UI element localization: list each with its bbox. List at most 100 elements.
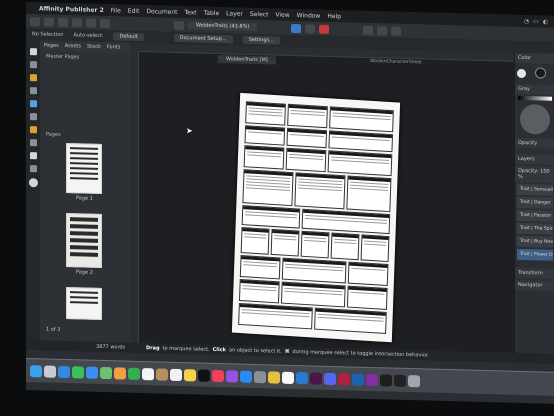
launchpad-icon[interactable]	[44, 364, 56, 378]
text-tool-icon[interactable]	[29, 74, 37, 82]
layer-row[interactable]: Trait | Buy Now	[517, 235, 553, 248]
menu-layer[interactable]: Layer	[226, 10, 243, 17]
settings-button[interactable]: Settings...	[242, 35, 280, 45]
menu-file[interactable]: File	[111, 7, 121, 14]
contacts-icon[interactable]	[156, 367, 168, 381]
layer-row[interactable]: Trait | Danger	[517, 196, 553, 209]
text-frame-button[interactable]	[86, 18, 96, 28]
auto-select-dropdown[interactable]: Default	[113, 32, 144, 42]
wifi-icon[interactable]: ◔	[524, 18, 529, 25]
menu-select[interactable]: Select	[250, 10, 269, 17]
music-icon[interactable]	[212, 369, 224, 382]
calendar-icon[interactable]	[142, 367, 154, 380]
master-pages-section[interactable]: Master Pages	[40, 50, 130, 64]
discord-icon[interactable]	[324, 372, 336, 385]
align-button[interactable]	[305, 23, 316, 34]
document-setup-button[interactable]: Document Setup...	[173, 33, 233, 44]
menu-window[interactable]: Window	[297, 12, 321, 20]
page-thumbnail[interactable]	[66, 213, 102, 268]
hand-tool-icon[interactable]	[29, 152, 37, 160]
tab-pages[interactable]: Pages	[44, 42, 59, 48]
layer-row[interactable]: Trait | Power Demands	[517, 248, 553, 261]
mail-icon[interactable]	[86, 366, 98, 379]
menu-document[interactable]: Document	[146, 8, 177, 16]
menu-text[interactable]: Text	[185, 9, 197, 16]
photos-icon[interactable]	[114, 366, 126, 380]
snap-button[interactable]	[363, 25, 374, 35]
zoom-field[interactable]: WoldenTraits (43.8%)	[188, 21, 258, 32]
character-sheet-page[interactable]	[231, 92, 401, 343]
control-center-icon[interactable]: ◐	[543, 18, 548, 25]
fill-swatch[interactable]	[517, 68, 526, 79]
group-button[interactable]	[391, 26, 402, 36]
slack-icon[interactable]	[310, 371, 322, 385]
tab-fonts[interactable]: Fonts	[107, 44, 121, 50]
arrange-button[interactable]	[377, 25, 388, 35]
persona-photo-button[interactable]	[58, 17, 68, 27]
document-tab[interactable]: WoldenTraits [M]	[218, 55, 276, 65]
text-style-button[interactable]	[291, 23, 302, 33]
color-well-icon[interactable]	[28, 178, 38, 188]
affinity-publisher-icon[interactable]	[338, 372, 350, 385]
app-store-icon[interactable]	[240, 370, 252, 383]
zoom-tool-icon[interactable]	[29, 165, 37, 173]
tab-transform[interactable]: Transform	[515, 267, 554, 279]
facetime-icon[interactable]	[128, 367, 140, 380]
safari-icon[interactable]	[58, 365, 70, 378]
maps-icon[interactable]	[100, 366, 112, 379]
persona-publisher-button[interactable]	[30, 16, 40, 26]
tab-assets[interactable]: Assets	[65, 43, 81, 49]
terminal-icon[interactable]	[394, 374, 406, 387]
page-thumbnail[interactable]	[66, 287, 102, 320]
vertical-ruler[interactable]	[130, 50, 139, 343]
notes-icon[interactable]	[184, 368, 196, 381]
sheet-box	[239, 255, 281, 280]
preferences-button[interactable]	[72, 17, 82, 27]
gray-slider[interactable]	[518, 95, 552, 101]
shape-tool-icon[interactable]	[29, 126, 37, 134]
settings-icon[interactable]	[254, 370, 266, 383]
layers-opacity[interactable]: Opacity: 100 %	[515, 165, 554, 183]
tab-navigator[interactable]: Navigator	[515, 279, 554, 291]
view-mode-button[interactable]	[174, 20, 184, 30]
tab-stock[interactable]: Stock	[87, 44, 101, 50]
color-picker-button[interactable]	[319, 24, 330, 34]
menu-edit[interactable]: Edit	[128, 7, 140, 14]
affinity-photo-icon[interactable]	[366, 373, 378, 386]
menu-app-name[interactable]: Affinity Publisher 2	[39, 5, 104, 14]
move-tool-icon[interactable]	[29, 48, 37, 56]
podcasts-icon[interactable]	[226, 369, 238, 383]
color-wheel[interactable]	[520, 103, 550, 135]
table-tool-icon[interactable]	[29, 113, 37, 121]
persona-designer-button[interactable]	[44, 16, 54, 27]
layer-row[interactable]: Trait | Sensuality	[517, 183, 553, 196]
menu-help[interactable]: Help	[327, 12, 341, 19]
document-canvas[interactable]: WoldenTraits [M] WoldenCharacterSheet ➤	[130, 42, 514, 353]
tab-layers[interactable]: Layers	[515, 153, 554, 165]
figma-icon[interactable]	[380, 373, 392, 387]
tab-color[interactable]: Color	[515, 52, 554, 64]
layer-row[interactable]: Trait | The Spirits	[517, 222, 553, 235]
sheet-box	[347, 261, 389, 287]
messages-icon[interactable]	[72, 365, 84, 379]
affinity-designer-icon[interactable]	[352, 373, 364, 386]
chrome-icon[interactable]	[268, 370, 280, 384]
stroke-swatch[interactable]	[535, 67, 547, 79]
picture-frame-button[interactable]	[100, 18, 110, 28]
reminders-icon[interactable]	[170, 368, 182, 381]
layer-row[interactable]: Trait | Passion	[517, 209, 553, 222]
node-tool-icon[interactable]	[29, 61, 37, 69]
frame-tool-icon[interactable]	[29, 100, 37, 108]
page-thumbnail[interactable]	[66, 143, 102, 194]
trash-icon[interactable]	[408, 374, 420, 387]
fill-tool-icon[interactable]	[29, 139, 37, 147]
menu-table[interactable]: Table	[204, 9, 220, 16]
vscode-icon[interactable]	[296, 371, 308, 384]
pen-tool-icon[interactable]	[29, 87, 37, 95]
menu-view[interactable]: View	[275, 11, 289, 18]
notion-icon[interactable]	[282, 371, 294, 384]
battery-icon[interactable]: ▭	[533, 18, 539, 25]
pages-section[interactable]: Pages	[40, 128, 67, 141]
tv-icon[interactable]	[198, 369, 210, 382]
finder-icon[interactable]	[30, 364, 42, 377]
